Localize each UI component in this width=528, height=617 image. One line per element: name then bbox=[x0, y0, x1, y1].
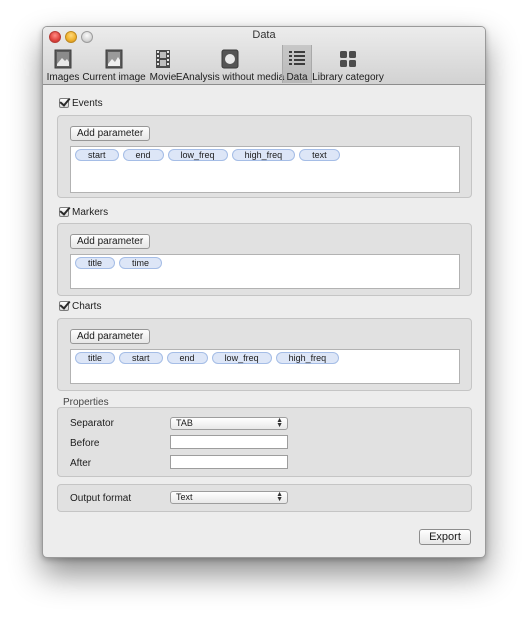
markers-group: Add parameter title time bbox=[57, 223, 472, 296]
toolbar-item-current-image[interactable]: Current image bbox=[82, 45, 146, 83]
events-add-parameter-button[interactable]: Add parameter bbox=[70, 126, 151, 141]
eanalysis-icon bbox=[221, 49, 239, 69]
events-label: Events bbox=[72, 98, 103, 109]
toolbar-label-eanalysis: EAnalysis without media bbox=[175, 72, 285, 83]
charts-tokens: title start end low_freq high_freq bbox=[75, 352, 340, 364]
properties-group: Separator TAB ▲ ▼ Before After bbox=[57, 407, 472, 477]
output-format-group: Output format Text ▲ ▼ bbox=[57, 484, 472, 512]
token-title[interactable]: title bbox=[75, 257, 116, 269]
charts-token-field[interactable]: title start end low_freq high_freq bbox=[70, 349, 460, 384]
data-window: Data Images Current image Movie EAnalysi… bbox=[42, 26, 486, 558]
before-input[interactable] bbox=[170, 435, 288, 449]
token-start[interactable]: start bbox=[119, 352, 163, 364]
charts-label: Charts bbox=[72, 301, 102, 312]
title-bar: Data Images Current image Movie EAnalysi… bbox=[43, 27, 485, 85]
token-title[interactable]: title bbox=[75, 352, 116, 364]
token-start[interactable]: start bbox=[75, 149, 119, 161]
token-time[interactable]: time bbox=[119, 257, 163, 269]
markers-add-parameter-button[interactable]: Add parameter bbox=[70, 234, 151, 249]
markers-tokens: title time bbox=[75, 257, 163, 269]
toolbar-item-data[interactable]: Data bbox=[282, 45, 312, 83]
after-label: After bbox=[70, 458, 92, 469]
toolbar-label-current-image: Current image bbox=[82, 72, 146, 83]
toolbar-label-images: Images bbox=[46, 72, 80, 83]
events-token-field[interactable]: start end low_freq high_freq text bbox=[70, 146, 460, 193]
output-format-label: Output format bbox=[70, 493, 132, 504]
markers-token-field[interactable]: title time bbox=[70, 254, 460, 289]
separator-label: Separator bbox=[70, 418, 114, 429]
separator-select-value: TAB bbox=[176, 418, 193, 428]
export-button[interactable]: Export bbox=[419, 529, 471, 545]
images-icon bbox=[54, 49, 72, 69]
charts-group: Add parameter title start end low_freq h… bbox=[57, 318, 472, 391]
token-low-freq[interactable]: low_freq bbox=[211, 352, 272, 364]
select-arrows-icon: ▲ ▼ bbox=[276, 417, 283, 429]
events-group: Add parameter start end low_freq high_fr… bbox=[57, 115, 472, 198]
events-checkbox[interactable] bbox=[59, 98, 69, 108]
output-format-select[interactable]: Text ▲ ▼ bbox=[170, 491, 288, 504]
token-high-freq[interactable]: high_freq bbox=[231, 149, 296, 161]
toolbar-item-images[interactable]: Images bbox=[47, 45, 79, 83]
toolbar-item-eanalysis[interactable]: EAnalysis without media bbox=[176, 45, 284, 83]
charts-checkbox[interactable] bbox=[59, 301, 69, 311]
output-format-select-value: Text bbox=[176, 492, 193, 502]
toolbar-item-movie[interactable]: Movie bbox=[148, 45, 178, 83]
toolbar-label-library-category: Library category bbox=[312, 72, 384, 83]
toolbar-item-library-category[interactable]: Library category bbox=[312, 45, 384, 83]
token-high-freq[interactable]: high_freq bbox=[275, 352, 340, 364]
after-input[interactable] bbox=[170, 455, 288, 469]
markers-label: Markers bbox=[72, 207, 109, 218]
data-list-icon bbox=[289, 51, 305, 65]
toolbar-label-movie: Movie bbox=[149, 72, 177, 83]
before-label: Before bbox=[70, 438, 100, 449]
current-image-icon bbox=[105, 49, 123, 69]
toolbar-label-data: Data bbox=[286, 72, 308, 83]
token-text[interactable]: text bbox=[299, 149, 340, 161]
library-category-icon bbox=[340, 51, 356, 67]
token-end[interactable]: end bbox=[166, 352, 208, 364]
events-tokens: start end low_freq high_freq text bbox=[75, 149, 340, 161]
window-title: Data bbox=[252, 29, 276, 41]
movie-icon bbox=[156, 50, 170, 68]
markers-checkbox[interactable] bbox=[59, 207, 69, 217]
charts-add-parameter-button[interactable]: Add parameter bbox=[70, 329, 151, 344]
token-end[interactable]: end bbox=[122, 149, 164, 161]
separator-select[interactable]: TAB ▲ ▼ bbox=[170, 417, 288, 430]
select-arrows-icon: ▲ ▼ bbox=[276, 491, 283, 503]
token-low-freq[interactable]: low_freq bbox=[167, 149, 228, 161]
